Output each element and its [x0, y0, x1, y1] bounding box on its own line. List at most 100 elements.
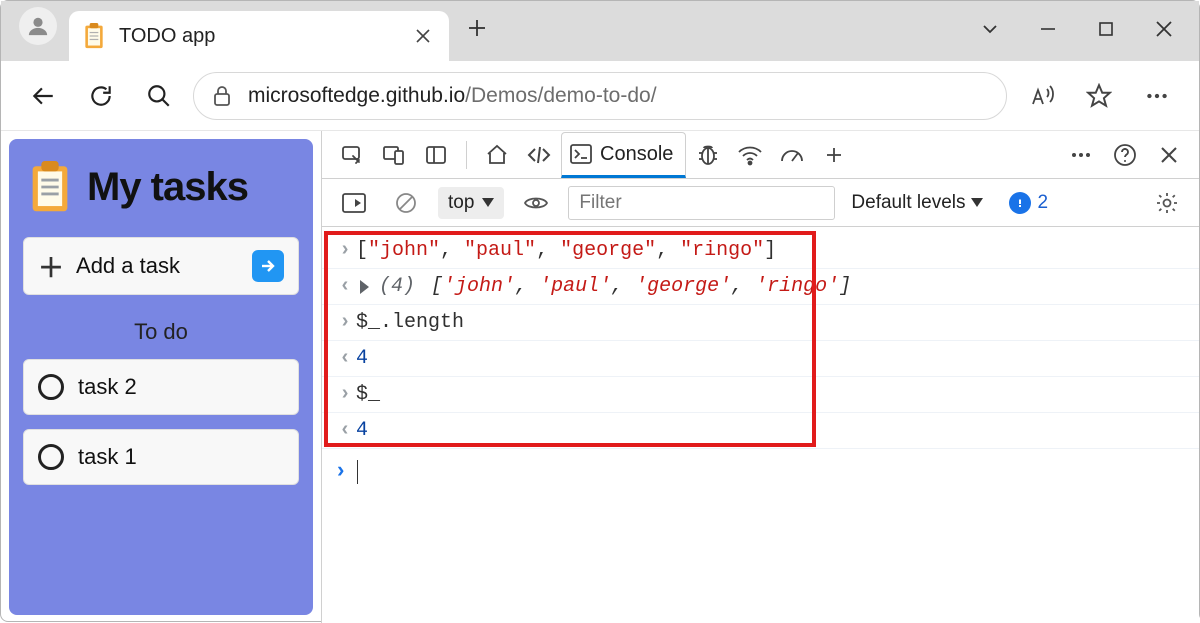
- tab-console[interactable]: Console: [561, 132, 686, 178]
- input-chevron-icon: [334, 234, 356, 268]
- task-item[interactable]: task 2: [23, 359, 299, 415]
- inspect-element-button[interactable]: [332, 135, 372, 175]
- live-expression-button[interactable]: [516, 183, 556, 223]
- minimize-icon: [1039, 20, 1057, 38]
- bug-icon: [696, 143, 720, 167]
- window-maximize-button[interactable]: [1077, 7, 1135, 51]
- tab-actions-button[interactable]: [961, 7, 1019, 51]
- sidebar-toggle-button[interactable]: [334, 183, 374, 223]
- tab-close-button[interactable]: [411, 24, 435, 48]
- browser-titlebar: TODO app: [1, 1, 1199, 61]
- task-label: task 2: [78, 374, 137, 400]
- log-levels-selector[interactable]: Default levels: [851, 192, 983, 214]
- task-item[interactable]: task 1: [23, 429, 299, 485]
- star-icon: [1086, 83, 1112, 109]
- chevron-down-icon: [980, 19, 1000, 39]
- panel-icon: [425, 144, 447, 166]
- plus-icon: [467, 18, 487, 38]
- clipboard-icon: [83, 23, 105, 49]
- url-text: microsoftedge.github.io/Demos/demo-to-do…: [248, 84, 657, 108]
- add-task-submit[interactable]: [252, 250, 284, 282]
- devtools-more-button[interactable]: [1061, 135, 1101, 175]
- gear-icon: [1155, 191, 1179, 215]
- window-minimize-button[interactable]: [1019, 7, 1077, 51]
- more-button[interactable]: [1133, 72, 1181, 120]
- plus-icon: ＋: [38, 248, 64, 285]
- console-line-input: $_.length: [322, 305, 1199, 341]
- devtools-tabbar: Console: [322, 131, 1199, 179]
- clear-console-button[interactable]: [386, 183, 426, 223]
- lock-icon: [212, 85, 232, 107]
- close-icon: [1155, 20, 1173, 38]
- clipboard-icon: [29, 161, 71, 213]
- checkbox-icon[interactable]: [38, 374, 64, 400]
- tab-network[interactable]: [730, 135, 770, 175]
- context-selector[interactable]: top: [438, 187, 504, 219]
- array-length: (4): [379, 270, 415, 304]
- search-button[interactable]: [135, 72, 183, 120]
- tab-title: TODO app: [119, 25, 397, 48]
- tab-elements[interactable]: [519, 135, 559, 175]
- device-toggle-button[interactable]: [374, 135, 414, 175]
- console-output[interactable]: ["john", "paul", "george", "ringo"] (4) …: [322, 227, 1199, 623]
- tab-sources[interactable]: [688, 135, 728, 175]
- devtools-help-button[interactable]: [1105, 135, 1145, 175]
- console-text: $_: [356, 378, 380, 412]
- log-levels-label: Default levels: [851, 192, 965, 214]
- console-settings-button[interactable]: [1147, 183, 1187, 223]
- profile-button[interactable]: [19, 7, 57, 45]
- read-aloud-button[interactable]: [1017, 72, 1065, 120]
- issues-count: 2: [1037, 192, 1048, 214]
- devtools-panel: Console top Default levels: [321, 131, 1199, 623]
- prompt-chevron-icon: ›: [334, 455, 347, 489]
- console-prompt[interactable]: ›: [322, 449, 1199, 495]
- inspect-icon: [340, 143, 364, 167]
- console-icon: [570, 144, 592, 164]
- close-icon: [1159, 145, 1179, 165]
- arrow-left-icon: [30, 83, 56, 109]
- console-line-input: $_: [322, 377, 1199, 413]
- console-line-output: 4: [322, 341, 1199, 377]
- page-title: My tasks: [87, 165, 248, 210]
- plus-icon: [824, 145, 844, 165]
- devtools-close-button[interactable]: [1149, 135, 1189, 175]
- refresh-button[interactable]: [77, 72, 125, 120]
- output-chevron-icon: [334, 270, 356, 304]
- expand-toggle[interactable]: [360, 280, 369, 294]
- console-toolbar: top Default levels 2: [322, 179, 1199, 227]
- browser-tab-active[interactable]: TODO app: [69, 11, 449, 61]
- triangle-down-icon: [971, 198, 983, 208]
- back-button[interactable]: [19, 72, 67, 120]
- tab-console-label: Console: [600, 143, 673, 166]
- checkbox-icon[interactable]: [38, 444, 64, 470]
- tab-performance[interactable]: [772, 135, 812, 175]
- console-text: ["john", "paul", "george", "ringo"]: [356, 234, 776, 268]
- content-area: My tasks ＋ Add a task To do task 2 task …: [1, 131, 1199, 623]
- console-line-input: ["john", "paul", "george", "ringo"]: [322, 233, 1199, 269]
- add-task-input[interactable]: ＋ Add a task: [23, 237, 299, 295]
- refresh-icon: [88, 83, 114, 109]
- wifi-icon: [737, 143, 763, 167]
- window-close-button[interactable]: [1135, 7, 1193, 51]
- more-tabs-button[interactable]: [814, 135, 854, 175]
- tasks-header: My tasks: [23, 161, 299, 237]
- activity-bar-button[interactable]: [416, 135, 456, 175]
- tasks-app: My tasks ＋ Add a task To do task 2 task …: [9, 139, 313, 615]
- tab-welcome[interactable]: [477, 135, 517, 175]
- arrow-right-icon: [259, 257, 277, 275]
- context-label: top: [448, 192, 474, 214]
- issues-button[interactable]: 2: [1009, 192, 1048, 214]
- home-icon: [485, 143, 509, 167]
- output-chevron-icon: [334, 414, 356, 448]
- favorite-button[interactable]: [1075, 72, 1123, 120]
- console-text: $_.length: [356, 306, 464, 340]
- search-icon: [146, 83, 172, 109]
- browser-toolbar: microsoftedge.github.io/Demos/demo-to-do…: [1, 61, 1199, 131]
- filter-input[interactable]: [568, 186, 835, 220]
- more-horizontal-icon: [1069, 143, 1093, 167]
- console-text: 4: [356, 414, 368, 448]
- more-horizontal-icon: [1144, 83, 1170, 109]
- address-bar[interactable]: microsoftedge.github.io/Demos/demo-to-do…: [193, 72, 1007, 120]
- console-text: ['john', 'paul', 'george', 'ringo']: [419, 270, 851, 304]
- new-tab-button[interactable]: [455, 6, 499, 50]
